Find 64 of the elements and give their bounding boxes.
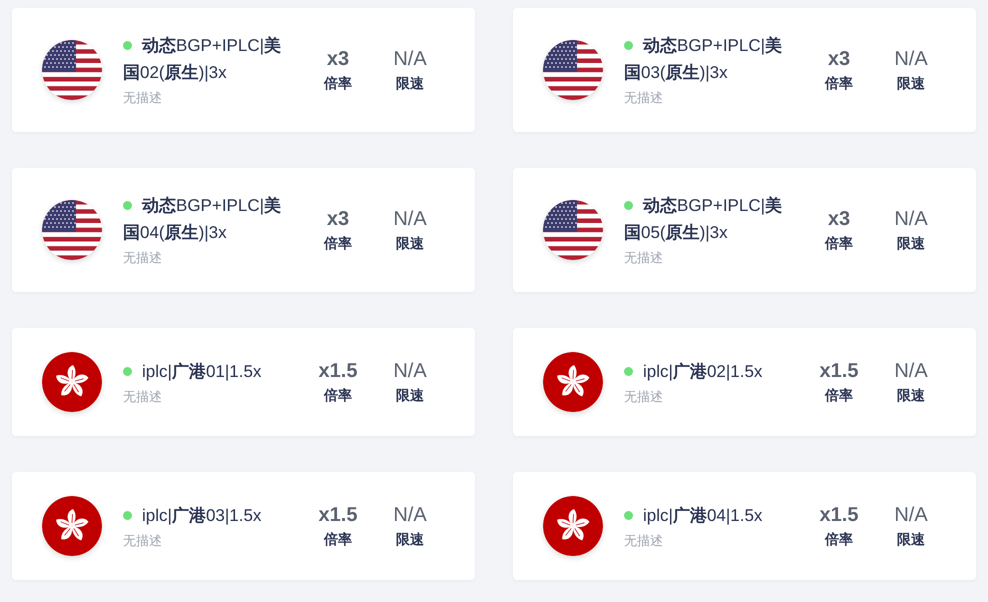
rate-label: 倍率 — [324, 530, 352, 549]
speed-value: N/A — [894, 503, 928, 528]
rate-value: x3 — [828, 207, 850, 232]
speed-value: N/A — [393, 359, 427, 384]
rate-value: x1.5 — [820, 359, 858, 384]
rate-value: x3 — [828, 47, 850, 72]
node-card[interactable]: 动态BGP+IPLC|美国05(原生)|3x 无描述 x3 倍率 N/A 限速 — [513, 168, 976, 292]
rate-label: 倍率 — [825, 234, 853, 253]
node-name: iplc|广港01|1.5x — [141, 360, 262, 383]
speed-value: N/A — [894, 47, 928, 72]
rate-value: x1.5 — [820, 503, 858, 528]
speed-value: N/A — [393, 207, 427, 232]
node-description: 无描述 — [123, 388, 162, 406]
us-flag-icon — [42, 40, 102, 100]
hk-flag-icon — [543, 352, 603, 412]
node-name: 动态BGP+IPLC|美国02(原生)|3x — [123, 35, 282, 84]
node-name: iplc|广港04|1.5x — [642, 504, 764, 527]
node-name: 动态BGP+IPLC|美国04(原生)|3x — [123, 195, 282, 244]
speed-value: N/A — [393, 47, 427, 72]
node-description: 无描述 — [624, 388, 663, 406]
hk-flag-icon — [42, 496, 102, 556]
node-card[interactable]: iplc|广港03|1.5x 无描述 x1.5 倍率 N/A 限速 — [12, 472, 475, 580]
node-description: 无描述 — [123, 532, 162, 550]
speed-value: N/A — [894, 359, 928, 384]
rate-label: 倍率 — [324, 386, 352, 405]
node-card[interactable]: 动态BGP+IPLC|美国03(原生)|3x 无描述 x3 倍率 N/A 限速 — [513, 8, 976, 132]
node-card[interactable]: 动态BGP+IPLC|美国02(原生)|3x 无描述 x3 倍率 N/A 限速 — [12, 8, 475, 132]
node-card[interactable]: iplc|广港04|1.5x 无描述 x1.5 倍率 N/A 限速 — [513, 472, 976, 580]
node-name: iplc|广港03|1.5x — [141, 504, 262, 527]
node-description: 无描述 — [624, 532, 663, 550]
rate-value: x3 — [326, 207, 350, 232]
speed-label: 限速 — [897, 234, 925, 253]
speed-value: N/A — [894, 207, 928, 232]
rate-label: 倍率 — [825, 530, 853, 549]
node-name: iplc|广港02|1.5x — [642, 360, 764, 383]
rate-label: 倍率 — [825, 386, 853, 405]
node-description: 无描述 — [123, 89, 162, 107]
speed-label: 限速 — [897, 74, 925, 93]
speed-label: 限速 — [396, 386, 424, 405]
rate-label: 倍率 — [825, 74, 853, 93]
node-name: 动态BGP+IPLC|美国05(原生)|3x — [624, 195, 784, 244]
rate-label: 倍率 — [324, 234, 352, 253]
rate-label: 倍率 — [324, 74, 352, 93]
node-card[interactable]: iplc|广港01|1.5x 无描述 x1.5 倍率 N/A 限速 — [12, 328, 475, 436]
rate-value: x1.5 — [318, 503, 358, 528]
us-flag-icon — [42, 200, 102, 260]
node-card[interactable]: iplc|广港02|1.5x 无描述 x1.5 倍率 N/A 限速 — [513, 328, 976, 436]
node-description: 无描述 — [624, 249, 663, 267]
us-flag-icon — [543, 200, 603, 260]
node-name: 动态BGP+IPLC|美国03(原生)|3x — [624, 35, 784, 84]
us-flag-icon — [543, 40, 603, 100]
rate-value: x3 — [326, 47, 350, 72]
node-description: 无描述 — [624, 89, 663, 107]
speed-label: 限速 — [396, 530, 424, 549]
speed-label: 限速 — [396, 234, 424, 253]
speed-label: 限速 — [396, 74, 424, 93]
hk-flag-icon — [543, 496, 603, 556]
hk-flag-icon — [42, 352, 102, 412]
speed-value: N/A — [393, 503, 427, 528]
rate-value: x1.5 — [318, 359, 358, 384]
node-card[interactable]: 动态BGP+IPLC|美国04(原生)|3x 无描述 x3 倍率 N/A 限速 — [12, 168, 475, 292]
speed-label: 限速 — [897, 386, 925, 405]
speed-label: 限速 — [897, 530, 925, 549]
node-description: 无描述 — [123, 249, 162, 267]
